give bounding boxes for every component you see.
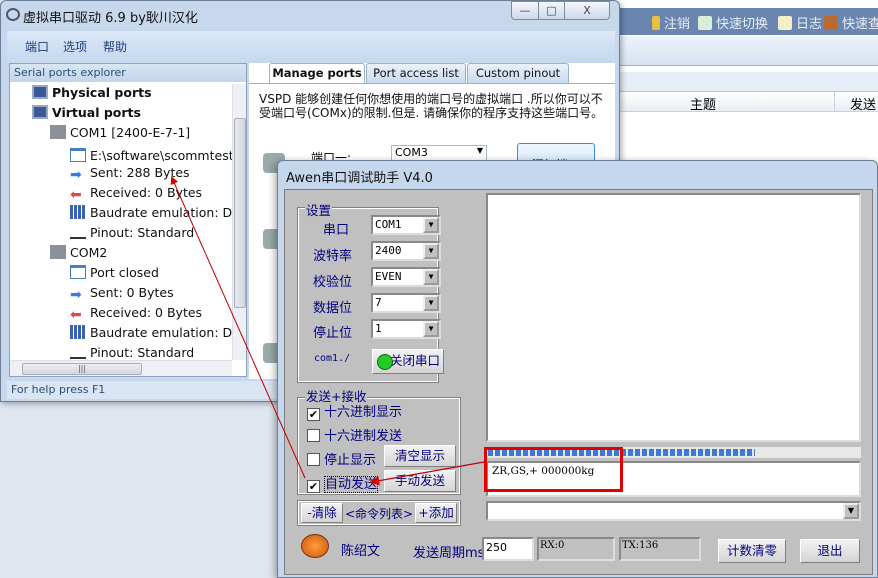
annotation-arrows: [170, 176, 485, 486]
arrow-to-sent-bytes: [170, 176, 306, 479]
arrow-to-auto-send: [369, 461, 485, 486]
